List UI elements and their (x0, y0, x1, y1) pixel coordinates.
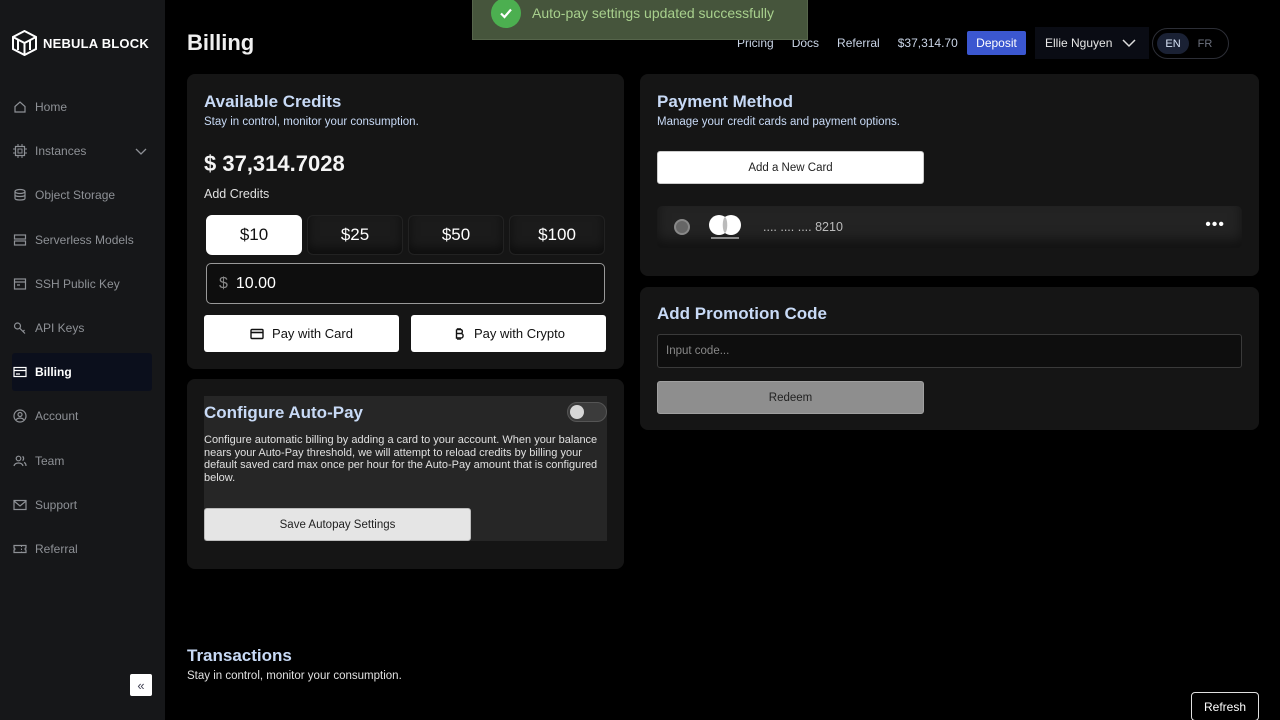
user-menu[interactable]: Ellie Nguyen (1035, 27, 1149, 59)
sidebar-item-serverless-models[interactable]: Serverless Models (12, 221, 152, 259)
sidebar-item-team[interactable]: Team (12, 442, 152, 480)
card-subtitle: Manage your credit cards and payment opt… (657, 116, 900, 128)
chip-icon (13, 144, 27, 158)
promo-code-input[interactable] (657, 334, 1242, 368)
chevron-down-icon[interactable] (134, 144, 148, 158)
brand-name: NEBULA BLOCK (43, 35, 149, 51)
nav-link-referral[interactable]: Referral (837, 36, 880, 50)
amount-option-50[interactable]: $50 (408, 215, 504, 255)
pay-with-card-button[interactable]: Pay with Card (204, 315, 399, 352)
sidebar-item-label: API Keys (35, 321, 85, 335)
toggle-knob (570, 405, 584, 419)
amount-option-10[interactable]: $10 (206, 215, 302, 255)
payment-method-card: Payment Method Manage your credit cards … (640, 74, 1259, 276)
user-circle-icon (13, 409, 27, 423)
default-card-radio[interactable] (674, 219, 690, 235)
header-balance: $37,314.70 (897, 36, 958, 50)
toast-message: Auto-pay settings updated successfully (532, 4, 775, 21)
sidebar-item-label: Home (35, 100, 68, 114)
sidebar-item-support[interactable]: Support (12, 486, 152, 524)
card-title: Add Promotion Code (657, 304, 827, 323)
amount-option-100[interactable]: $100 (509, 215, 605, 255)
card-title: Available Credits (204, 92, 342, 111)
sidebar-item-account[interactable]: Account (12, 397, 152, 435)
sidebar-item-label: Billing (35, 365, 72, 379)
deposit-button[interactable]: Deposit (967, 31, 1026, 55)
currency-symbol: $ (219, 274, 228, 292)
masked-card-number: .... .... .... 8210 (763, 220, 843, 234)
sidebar-item-home[interactable]: Home (12, 88, 152, 126)
add-new-card-button[interactable]: Add a New Card (657, 151, 924, 184)
sidebar-item-label: Account (35, 409, 79, 423)
sidebar-item-label: Support (35, 498, 78, 512)
add-credits-label: Add Credits (204, 187, 270, 201)
card-subtitle: Stay in control, monitor your consumptio… (204, 116, 419, 128)
language-option-en[interactable]: EN (1157, 33, 1189, 54)
auto-pay-toggle[interactable] (567, 402, 607, 422)
team-icon (13, 454, 27, 468)
more-options-icon[interactable]: ••• (1205, 216, 1225, 234)
key-icon (13, 321, 27, 335)
sidebar-item-billing[interactable]: Billing (12, 353, 152, 391)
refresh-button[interactable]: Refresh (1191, 692, 1259, 720)
mail-icon (13, 498, 27, 512)
user-name: Ellie Nguyen (1045, 36, 1113, 50)
sidebar-item-instances[interactable]: Instances (12, 132, 152, 170)
amount-input[interactable]: $ 10.00 (206, 263, 605, 304)
sidebar-item-api-keys[interactable]: API Keys (12, 309, 152, 347)
nebula-logo-icon (12, 30, 37, 56)
collapse-sidebar-button[interactable]: « (130, 674, 152, 696)
mastercard-icon (709, 215, 741, 239)
card-title: Payment Method (657, 92, 794, 111)
available-credits-card: Available Credits Stay in control, monit… (187, 74, 624, 369)
sidebar-item-label: Serverless Models (35, 233, 134, 247)
sidebar-item-ssh-public-key[interactable]: SSH Public Key (12, 265, 152, 303)
double-chevron-left-icon: « (137, 677, 145, 693)
brand-logo[interactable]: NEBULA BLOCK (12, 30, 149, 56)
transactions-subtitle: Stay in control, monitor your consumptio… (187, 670, 402, 682)
amount-option-25[interactable]: $25 (307, 215, 403, 255)
sidebar: NEBULA BLOCK Home Instances Object Stora… (0, 0, 165, 720)
bitcoin-icon (455, 327, 464, 340)
language-option-fr[interactable]: FR (1189, 33, 1221, 54)
transactions-title: Transactions (187, 646, 292, 665)
credit-balance: $ 37,314.7028 (204, 151, 345, 176)
sidebar-item-label: Referral (35, 542, 78, 556)
check-circle-icon (491, 0, 521, 28)
sidebar-item-label: Team (35, 454, 65, 468)
card-title: Configure Auto-Pay (204, 403, 363, 422)
page-title: Billing (187, 30, 255, 55)
home-icon (13, 100, 27, 114)
server-icon (13, 233, 27, 247)
saved-card-row: .... .... .... 8210 ••• (657, 206, 1242, 248)
promotion-code-card: Add Promotion Code Redeem (640, 287, 1259, 430)
database-icon (13, 188, 27, 202)
chevron-down-icon (1122, 39, 1136, 48)
redeem-button[interactable]: Redeem (657, 381, 924, 414)
success-toast: Auto-pay settings updated successfully (472, 0, 808, 40)
sidebar-item-label: SSH Public Key (35, 277, 120, 291)
save-autopay-button[interactable]: Save Autopay Settings (204, 508, 471, 541)
credit-card-icon (250, 328, 264, 339)
auto-pay-card: Configure Auto-Pay Configure automatic b… (187, 379, 624, 569)
ticket-icon (13, 542, 27, 556)
auto-pay-panel: Configure Auto-Pay Configure automatic b… (204, 396, 607, 541)
terminal-icon (13, 277, 27, 291)
language-switcher: EN FR (1152, 28, 1229, 59)
sidebar-item-label: Object Storage (35, 188, 116, 202)
sidebar-item-referral[interactable]: Referral (12, 530, 152, 568)
pay-card-label: Pay with Card (272, 326, 353, 341)
auto-pay-description: Configure automatic billing by adding a … (204, 434, 598, 484)
pay-crypto-label: Pay with Crypto (473, 326, 566, 341)
sidebar-item-object-storage[interactable]: Object Storage (12, 176, 152, 214)
amount-value: 10.00 (235, 274, 276, 292)
sidebar-item-label: Instances (35, 144, 87, 158)
pay-with-crypto-button[interactable]: Pay with Crypto (411, 315, 606, 352)
credit-card-icon (13, 365, 27, 379)
